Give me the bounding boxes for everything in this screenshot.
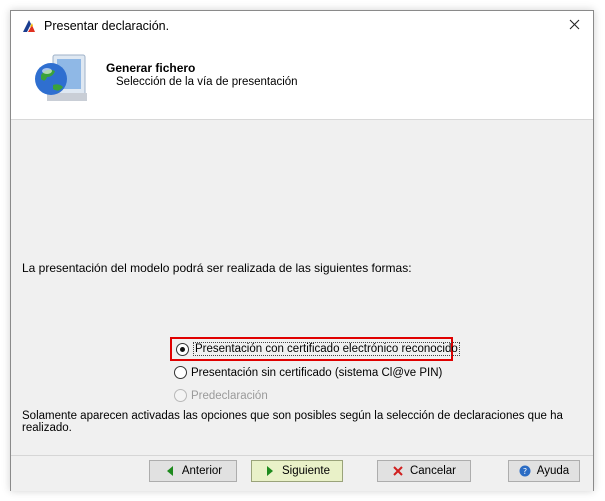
- option-label: Predeclaración: [191, 389, 268, 402]
- option-predeclaration: Predeclaración: [174, 384, 453, 407]
- cancel-icon: [392, 465, 404, 477]
- wizard-footer: Anterior Siguiente Cancelar ? Ayuda: [11, 455, 593, 491]
- next-button-label: Siguiente: [282, 465, 330, 477]
- globe-computer-icon: [27, 49, 91, 113]
- cancel-button[interactable]: Cancelar: [377, 460, 471, 482]
- window-title: Presentar declaración.: [44, 19, 170, 33]
- option-with-certificate[interactable]: Presentación con certificado electrónico…: [170, 337, 460, 361]
- arrow-right-icon: [264, 465, 276, 477]
- svg-text:?: ?: [523, 467, 527, 476]
- option-label: Presentación sin certificado (sistema Cl…: [191, 366, 443, 379]
- arrow-left-icon: [164, 465, 176, 477]
- title-bar: Presentar declaración.: [11, 11, 593, 41]
- back-button[interactable]: Anterior: [149, 460, 237, 482]
- info-note: Solamente aparecen activadas las opcione…: [22, 410, 563, 434]
- option-without-certificate[interactable]: Presentación sin certificado (sistema Cl…: [174, 361, 453, 384]
- radio-button[interactable]: [174, 366, 187, 379]
- back-button-label: Anterior: [181, 465, 223, 477]
- radio-button[interactable]: [176, 342, 189, 356]
- close-button[interactable]: [555, 11, 593, 41]
- next-button[interactable]: Siguiente: [251, 460, 343, 482]
- help-button-label: Ayuda: [536, 465, 570, 477]
- dialog-window: Presentar declaración. Generar fichero S…: [10, 10, 594, 491]
- header-subtitle: Selección de la vía de presentación: [116, 76, 298, 88]
- radio-button: [174, 389, 187, 402]
- cancel-button-label: Cancelar: [409, 465, 457, 477]
- presentation-options: Presentación con certificado electrónico…: [170, 337, 460, 407]
- close-icon: [569, 19, 580, 33]
- help-icon: ?: [519, 465, 531, 477]
- intro-text: La presentación del modelo podrá ser rea…: [22, 261, 412, 275]
- header-title: Generar fichero: [106, 61, 196, 75]
- wizard-header: Generar fichero Selección de la vía de p…: [11, 41, 593, 120]
- option-label: Presentación con certificado electrónico…: [193, 342, 460, 356]
- aeat-logo-icon: [21, 18, 37, 34]
- help-button[interactable]: ? Ayuda: [508, 460, 580, 482]
